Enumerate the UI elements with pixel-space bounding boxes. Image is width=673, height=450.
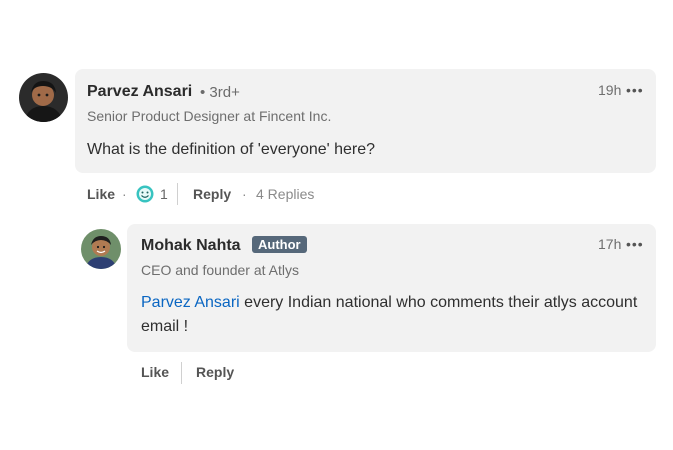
- author-badge: Author: [252, 236, 307, 253]
- more-options-icon[interactable]: •••: [626, 82, 644, 98]
- reply-like-button[interactable]: Like: [141, 364, 169, 380]
- commenter-name[interactable]: Parvez Ansari: [87, 83, 192, 101]
- separator-dot: ·: [122, 186, 127, 202]
- comment-timestamp: 19h: [598, 82, 622, 98]
- reply-timestamp: 17h: [598, 236, 622, 252]
- comment-thread: Parvez Ansari • 3rd+ Senior Product Desi…: [0, 0, 673, 450]
- comment-reply-button[interactable]: Reply: [193, 186, 231, 202]
- action-divider: [181, 362, 182, 384]
- replier-headline: CEO and founder at Atlys: [141, 262, 299, 278]
- reaction-count[interactable]: 1: [160, 186, 168, 202]
- replier-name[interactable]: Mohak Nahta: [141, 237, 241, 255]
- reply-reply-button[interactable]: Reply: [196, 364, 234, 380]
- view-replies-link[interactable]: 4 Replies: [256, 186, 314, 202]
- connection-degree: • 3rd+: [200, 84, 240, 101]
- separator-dot: ·: [242, 186, 247, 202]
- replier-avatar[interactable]: [81, 229, 121, 269]
- action-divider: [177, 183, 178, 205]
- commenter-headline: Senior Product Designer at Fincent Inc.: [87, 108, 332, 124]
- more-options-icon[interactable]: •••: [626, 236, 644, 252]
- comment-text: What is the definition of 'everyone' her…: [87, 141, 376, 158]
- comment-like-button[interactable]: Like: [87, 186, 115, 202]
- mention-link[interactable]: Parvez Ansari: [141, 294, 240, 311]
- reaction-icon[interactable]: [136, 185, 154, 203]
- reply-text: Parvez Ansari every Indian national who …: [141, 291, 641, 339]
- commenter-avatar[interactable]: [19, 73, 68, 122]
